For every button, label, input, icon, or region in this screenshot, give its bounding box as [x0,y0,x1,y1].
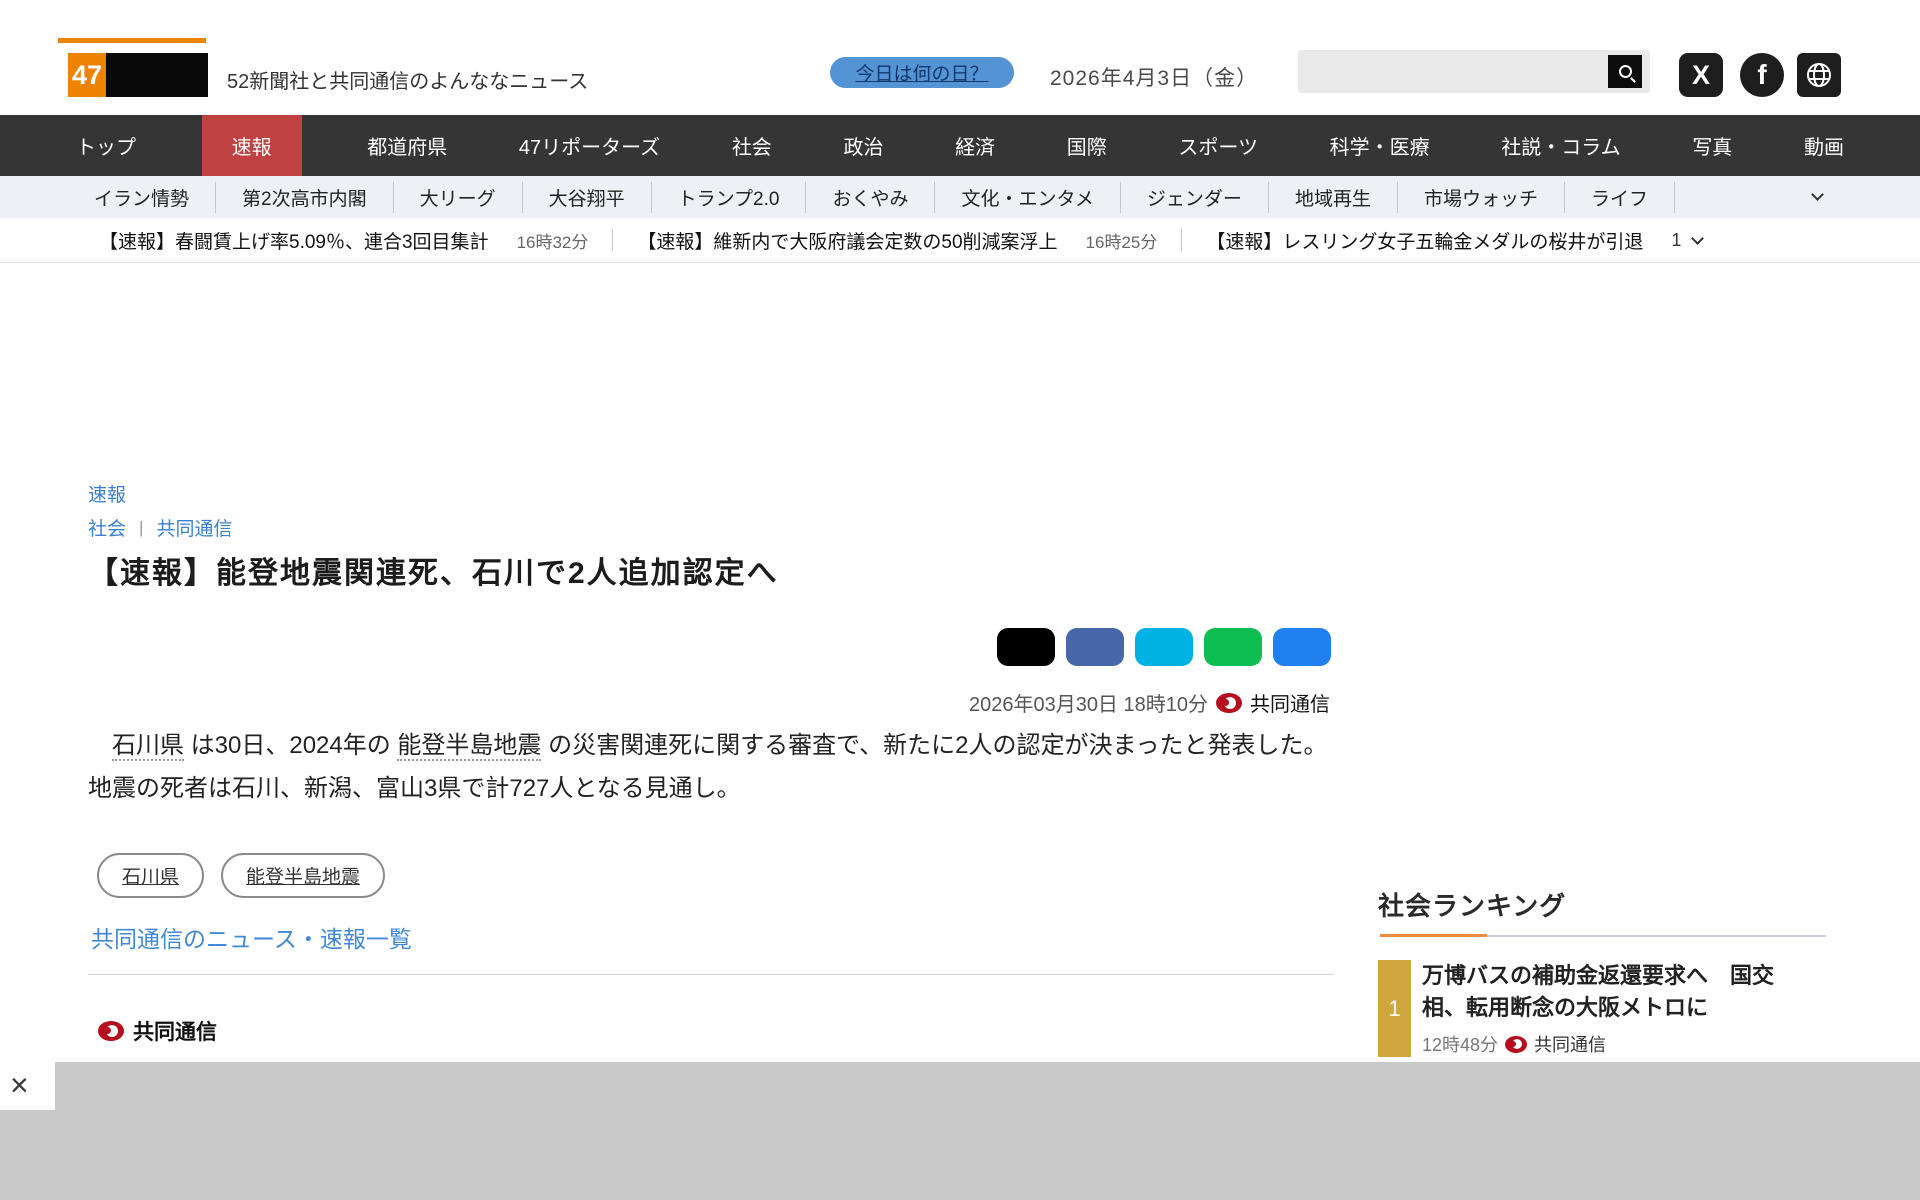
rank-number-badge: 1 [1378,960,1411,1057]
nav-item-12[interactable]: 写真 [1686,115,1738,176]
nav-item-2[interactable]: 速報 [201,115,302,176]
breadcrumb-sokuho-link[interactable]: 速報 [88,480,126,507]
ticker-time-2: 16時25分 [1085,232,1158,252]
tag-pill-1[interactable]: 石川県 [97,853,205,898]
ticker-separator [612,229,614,251]
search-icon [1618,65,1632,78]
ticker-headline-3[interactable]: 【速報】レスリング女子五輪金メダルの桜井が引退 [1206,227,1643,254]
search-button[interactable] [1608,55,1642,88]
search-input[interactable] [1298,50,1650,93]
topic-nav-item-2[interactable]: 第2次高市内閣 [216,181,394,213]
article-footer-source: 共同通信 [98,1016,217,1046]
search-box [1298,50,1650,93]
nav-item-5[interactable]: 社会 [726,115,778,176]
share-messenger-button[interactable] [1273,628,1331,666]
ranking-item-title: 万博バスの補助金返還要求へ 国交相、転用断念の大阪メトロに [1422,963,1775,1020]
facebook-social-icon[interactable]: f [1740,53,1784,97]
page: 47 52新聞社と共同通信のよんななニュース 今日は何の日？ 2026年4月3日… [0,0,1920,1200]
today-topic-button[interactable]: 今日は何の日？ [830,57,1014,88]
article-datetime: 2026年03月30日 18時10分 [968,694,1208,716]
article-tag-row: 石川県 能登半島地震 [97,853,386,898]
ranking-item[interactable]: 1 万博バスの補助金返還要求へ 国交相、転用断念の大阪メトロに 12時48分 共同通信 [1378,960,1787,1057]
nav-item-8[interactable]: 国際 [1061,115,1113,176]
entity-link[interactable]: 能登半島地震 [397,732,542,761]
topic-nav: イラン情勢 第2次高市内閣 大リーグ 大谷翔平 トランプ2.0 おくやみ 文化・エンタメ ジェ… [0,176,1920,218]
ad-close-button[interactable]: × [10,1066,29,1104]
breaking-news-ticker: 【速報】春闘賃上げ率5.09％、連合3回目集計 16時32分 【速報】維新内で大阪府… [0,218,1920,263]
breadcrumb-source-link[interactable]: 共同通信 [156,514,232,541]
ranking-item-source: 共同通信 [1534,1035,1607,1055]
main-nav: トップ 速報 都道府県 47リポーターズ 社会 政治 経済 国際 スポーツ 科学・医療 社説・コラム… [0,115,1920,176]
article-body: 石川県 は30日、2024年の 能登半島地震 の災害関連死に関する審査で、新たに… [88,732,1328,802]
kyodo-logo-icon [98,1021,124,1041]
topic-nav-item-9[interactable]: 地域再生 [1269,181,1398,213]
globe-icon [1807,63,1831,87]
ticker-headline-2[interactable]: 【速報】維新内で大阪府議会定数の50削減案浮上 [637,227,1057,254]
ranking-title: 社会ランキング [1378,891,1567,921]
kyodo-logo-icon [1505,1035,1528,1053]
topic-nav-item-5[interactable]: トランプ2.0 [652,181,807,213]
nav-item-3[interactable]: 都道府県 [361,115,453,176]
nav-item-9[interactable]: スポーツ [1172,115,1264,176]
topic-nav-item-1[interactable]: イラン情勢 [68,181,217,213]
topic-nav-item-4[interactable]: 大谷翔平 [523,181,652,213]
logo-accent-bar [58,38,206,43]
breadcrumb: 社会 | 共同通信 [88,514,232,541]
ticker-time-1: 16時32分 [516,232,589,252]
share-facebook-button[interactable] [1066,628,1124,666]
kyodo-news-list-link[interactable]: 共同通信のニュース・速報一覧 [91,920,412,954]
topic-nav-item-7[interactable]: 文化・エンタメ [935,181,1121,213]
nav-item-1[interactable]: トップ [70,115,142,176]
share-hatena-button[interactable] [1135,628,1193,666]
logo-wordmark [106,53,208,97]
article-source: 共同通信 [1250,694,1330,716]
nav-item-11[interactable]: 社説・コラム [1495,115,1626,176]
kyodo-logo-icon [1216,692,1242,713]
tag-pill-2[interactable]: 能登半島地震 [221,853,386,898]
topic-nav-item-3[interactable]: 大リーグ [394,181,523,213]
topic-nav-item-8[interactable]: ジェンダー [1121,181,1269,213]
ranking-title-underline [1380,934,1826,937]
ticker-count: 1 [1671,229,1682,250]
ranking-item-time: 12時48分 [1422,1035,1499,1055]
breadcrumb-divider: | [139,517,144,537]
article-headline: 【速報】能登地震関連死、石川で2人追加認定へ [88,557,779,590]
share-line-button[interactable] [1204,628,1262,666]
nav-item-13[interactable]: 動画 [1798,115,1850,176]
nav-item-6[interactable]: 政治 [837,115,889,176]
ticker-separator [1181,229,1183,251]
share-button-row [997,628,1331,666]
entity-link[interactable]: 石川県 [112,732,184,761]
globe-language-icon[interactable] [1797,53,1841,97]
site-tagline: 52新聞社と共同通信のよんななニュース [227,71,589,93]
article-divider [88,974,1334,975]
breadcrumb-category-link[interactable]: 社会 [88,514,126,541]
x-social-icon[interactable]: X [1679,53,1723,97]
nav-item-4[interactable]: 47リポーターズ [513,115,666,176]
article-dateline: 2026年03月30日 18時10分 共同通信 [969,688,1330,717]
topic-nav-item-10[interactable]: 市場ウォッチ [1398,181,1565,213]
bottom-ad-banner: × [0,1062,1920,1200]
ticker-expand-chevron-icon[interactable] [1691,231,1705,245]
nav-item-10[interactable]: 科学・医療 [1324,115,1436,176]
ad-close-box: × [0,1062,55,1110]
current-date: 2026年4月3日（金） [1050,67,1259,90]
topic-nav-item-11[interactable]: ライフ [1565,181,1675,213]
topic-nav-item-6[interactable]: おくやみ [806,181,936,213]
logo-47-badge: 47 [68,53,106,97]
nav-item-7[interactable]: 経済 [949,115,1001,176]
ticker-headline-1[interactable]: 【速報】春闘賃上げ率5.09％、連合3回目集計 [99,227,489,254]
site-logo[interactable]: 47 [68,53,208,97]
share-x-button[interactable] [997,628,1055,666]
